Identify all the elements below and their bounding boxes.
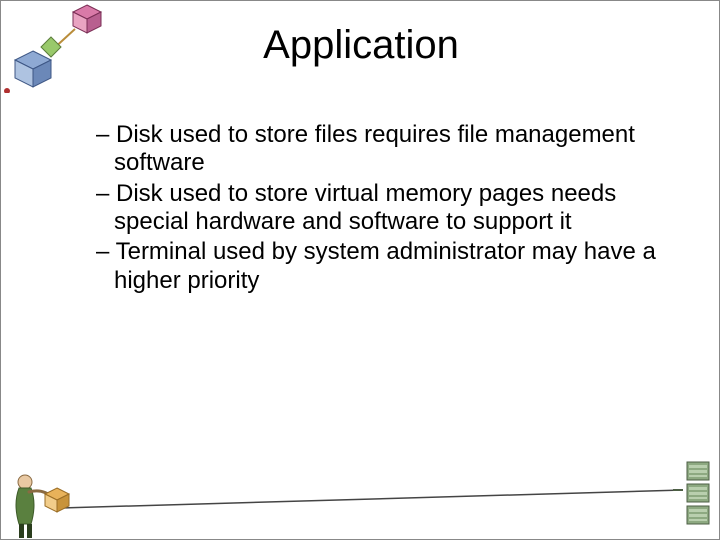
bullet-item: – Disk used to store files requires file… xyxy=(96,121,656,178)
bullet-text: Terminal used by system administrator ma… xyxy=(114,238,656,293)
bullet-dash: – xyxy=(96,238,116,265)
bullet-dash: – xyxy=(96,180,116,207)
slide-title: Application xyxy=(1,23,720,68)
bullet-text: Disk used to store virtual memory pages … xyxy=(114,180,616,235)
slide: Application – Disk used to store files r… xyxy=(0,0,720,540)
corner-decoration-bottom xyxy=(0,444,719,539)
bullet-text: Disk used to store files requires file m… xyxy=(114,121,635,176)
bullet-item: – Disk used to store virtual memory page… xyxy=(96,180,656,237)
bullet-item: – Terminal used by system administrator … xyxy=(96,238,656,295)
slide-body: – Disk used to store files requires file… xyxy=(96,121,656,297)
bullet-dash: – xyxy=(96,121,116,148)
